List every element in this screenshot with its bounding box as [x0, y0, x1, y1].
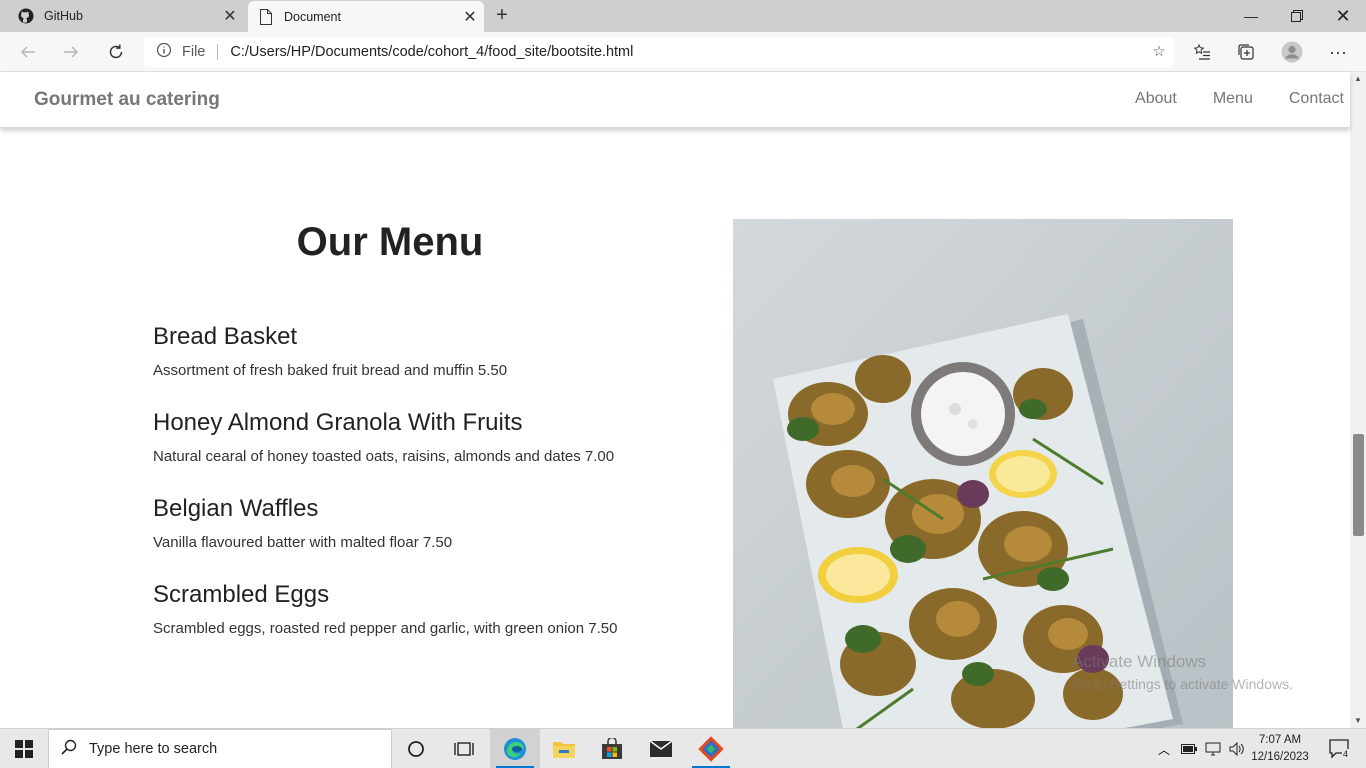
favorites-icon[interactable]: [1186, 38, 1218, 66]
tab-document[interactable]: Document ✕: [248, 1, 484, 32]
page-scrollbar[interactable]: ▲ ▼: [1350, 72, 1366, 728]
menu-item: Honey Almond Granola With Fruits Natural…: [153, 409, 623, 469]
edge-taskbar-icon[interactable]: [490, 729, 540, 768]
tab-github[interactable]: GitHub ✕: [8, 0, 244, 32]
scroll-up-arrow-icon[interactable]: ▲: [1350, 72, 1366, 86]
menu-item-description: Natural cearal of honey toasted oats, ra…: [153, 448, 615, 465]
close-tab-icon[interactable]: ✕: [216, 6, 244, 26]
activate-windows-watermark: Activate Windows Go to Settings to activ…: [1072, 652, 1293, 692]
store-icon[interactable]: [588, 729, 636, 768]
browser-toolbar: File C:/Users/HP/Documents/code/cohort_4…: [0, 32, 1366, 72]
nav-links: About Menu Contact: [1099, 90, 1344, 108]
document-icon: [258, 8, 274, 25]
minimize-button[interactable]: —: [1228, 0, 1274, 32]
file-explorer-icon[interactable]: [540, 729, 588, 768]
menu-item-name: Belgian Waffles: [153, 495, 319, 522]
search-icon: [49, 739, 89, 759]
menu-item-name: Honey Almond Granola With Fruits: [153, 409, 523, 436]
system-clock[interactable]: 7:07 AM 12/16/2023: [1250, 732, 1310, 766]
close-tab-icon[interactable]: ✕: [456, 7, 484, 27]
menu-item: Belgian Waffles Vanilla flavoured batter…: [153, 495, 623, 555]
watermark-subtitle: Go to Settings to activate Windows.: [1072, 676, 1293, 692]
profile-avatar-icon[interactable]: [1276, 38, 1308, 66]
taskbar-search-box[interactable]: Type here to search: [48, 729, 392, 768]
close-window-button[interactable]: ✕: [1320, 0, 1366, 32]
tab-label: Document: [284, 9, 341, 24]
network-icon[interactable]: [1202, 729, 1224, 768]
notification-count-badge: 4: [1342, 749, 1350, 759]
menu-item-description: Vanilla flavoured batter with malted flo…: [153, 534, 453, 551]
start-button[interactable]: [0, 729, 48, 768]
battery-icon[interactable]: [1178, 729, 1200, 768]
menu-list: Bread Basket Assortment of fresh baked f…: [153, 323, 623, 667]
tab-label: GitHub: [44, 9, 83, 23]
nav-link-about[interactable]: About: [1135, 90, 1177, 108]
url-text[interactable]: C:/Users/HP/Documents/code/cohort_4/food…: [230, 44, 1144, 60]
forward-button[interactable]: [55, 38, 87, 66]
cortana-icon[interactable]: [392, 729, 440, 768]
tab-strip: GitHub ✕ Document ✕ + — ✕: [0, 0, 1366, 32]
windows-taskbar: Type here to search ︿ 7:07 AM 12/16/2023…: [0, 728, 1366, 768]
menu-item: Scrambled Eggs Scrambled eggs, roasted r…: [153, 581, 623, 641]
volume-icon[interactable]: [1226, 729, 1248, 768]
address-bar[interactable]: File C:/Users/HP/Documents/code/cohort_4…: [144, 37, 1174, 67]
github-icon: [18, 8, 34, 24]
more-menu-icon[interactable]: ···: [1322, 38, 1354, 66]
divider: [217, 44, 219, 60]
scrollbar-thumb[interactable]: [1353, 434, 1364, 536]
task-view-icon[interactable]: [440, 729, 488, 768]
refresh-button[interactable]: [100, 38, 132, 66]
menu-heading: Our Menu: [296, 220, 484, 264]
watermark-title: Activate Windows: [1072, 652, 1207, 671]
menu-item: Bread Basket Assortment of fresh baked f…: [153, 323, 623, 383]
search-placeholder: Type here to search: [89, 741, 218, 757]
chevron-up-icon[interactable]: ︿: [1154, 729, 1174, 768]
menu-item-name: Bread Basket: [153, 323, 298, 350]
scroll-down-arrow-icon[interactable]: ▼: [1350, 714, 1366, 728]
info-icon[interactable]: [156, 42, 174, 62]
favorite-star-icon[interactable]: ☆: [1144, 44, 1174, 60]
menu-item-description: Assortment of fresh baked fruit bread an…: [153, 362, 508, 379]
restore-button[interactable]: [1274, 0, 1320, 32]
scheme-label: File: [182, 44, 206, 60]
menu-item-name: Scrambled Eggs: [153, 581, 330, 608]
site-brand[interactable]: Gourmet au catering: [34, 89, 220, 111]
nav-link-contact[interactable]: Contact: [1289, 90, 1344, 108]
git-app-icon[interactable]: [686, 729, 736, 768]
notifications-icon[interactable]: 4: [1320, 729, 1360, 768]
site-navbar: Gourmet au catering About Menu Contact: [0, 72, 1350, 128]
new-tab-button[interactable]: +: [490, 4, 514, 28]
clock-time: 7:07 AM: [1258, 734, 1302, 746]
mail-icon[interactable]: [636, 729, 686, 768]
clock-date: 12/16/2023: [1251, 751, 1309, 763]
page-content: Our Menu Bread Basket Assortment of fres…: [0, 128, 1350, 728]
nav-link-menu[interactable]: Menu: [1213, 90, 1253, 108]
back-button[interactable]: [12, 38, 44, 66]
collections-icon[interactable]: [1230, 38, 1262, 66]
menu-item-description: Scrambled eggs, roasted red pepper and g…: [153, 620, 618, 637]
